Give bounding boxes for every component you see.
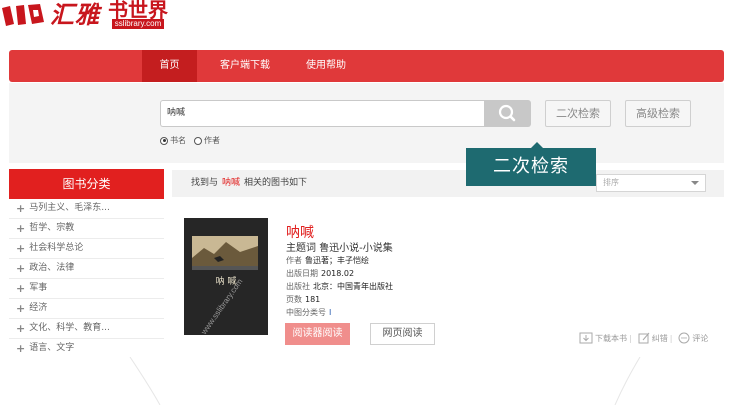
category-label: 社会科学总论 <box>29 243 84 253</box>
book-author: 作者 鲁迅著；丰子恺绘 <box>286 255 369 266</box>
plus-icon: + <box>16 262 26 275</box>
logo-url-text: sslibrary.com <box>111 19 165 29</box>
plus-icon: + <box>16 242 26 255</box>
chevron-down-icon <box>691 181 699 185</box>
book-clc: 中图分类号 I <box>286 307 331 318</box>
clc-value: I <box>329 308 332 317</box>
plus-icon: + <box>16 282 26 295</box>
download-label[interactable]: 下载本书 <box>595 333 627 344</box>
comment-label[interactable]: 评论 <box>692 333 708 344</box>
publisher-label: 出版社 <box>286 282 310 291</box>
plus-icon: + <box>16 222 26 235</box>
decorative-curve-icon <box>129 356 641 405</box>
sort-dropdown[interactable]: 排序 <box>596 174 706 192</box>
clc-label: 中图分类号 <box>286 308 326 317</box>
category-label: 语言、文字 <box>29 343 75 353</box>
category-label: 军事 <box>29 283 48 293</box>
divider: | <box>629 333 632 343</box>
edit-icon[interactable] <box>638 332 650 344</box>
publisher-value: 北京：中国青年出版社 <box>313 282 393 291</box>
plus-icon: + <box>16 202 26 215</box>
category-list: + 马列主义、毛泽东... + 哲学、宗教 + 社会科学总论 + 政治、法律 + 军事 +… <box>9 199 164 357</box>
plus-icon: + <box>16 342 26 355</box>
divider: | <box>669 333 673 343</box>
category-item[interactable]: + 军事 <box>9 279 164 299</box>
search-button[interactable] <box>484 100 531 127</box>
search-field-options: 书名 作者 <box>160 135 228 146</box>
search-input[interactable]: 呐喊 <box>160 100 486 127</box>
advanced-search-button[interactable]: 高级检索 <box>625 100 691 127</box>
second-search-tooltip: 二次检索 <box>466 142 596 186</box>
category-item[interactable]: + 社会科学总论 <box>9 239 164 259</box>
search-icon <box>498 104 516 122</box>
sort-label: 排序 <box>603 178 619 187</box>
book-subject: 主题词 鲁迅小说-小说集 <box>286 239 393 254</box>
category-label: 马列主义、毛泽东... <box>29 203 110 213</box>
subject-label: 主题词 <box>286 243 316 254</box>
logo-subtitle-text: 书世界 <box>108 0 168 22</box>
category-item[interactable]: + 语言、文字 <box>9 339 164 357</box>
logo-brand-text: 汇雅 <box>50 0 100 29</box>
web-read-button[interactable]: 网页阅读 <box>370 323 435 345</box>
plus-icon: + <box>16 322 26 335</box>
comment-icon[interactable] <box>678 332 690 344</box>
author-label: 作者 <box>286 256 302 265</box>
results-prefix: 找到与 <box>191 178 219 188</box>
radio-title-label: 书名 <box>170 136 186 145</box>
results-suffix: 相关的图书如下 <box>244 178 308 188</box>
second-search-button[interactable]: 二次检索 <box>545 100 611 127</box>
author-value: 鲁迅著；丰子恺绘 <box>305 256 369 265</box>
bottom-blank-area <box>0 356 732 405</box>
category-item[interactable]: + 经济 <box>9 299 164 319</box>
book-pages: 页数 181 <box>286 294 320 305</box>
site-logo[interactable]: 汇雅 书世界 sslibrary.com <box>0 0 168 30</box>
category-item[interactable]: + 哲学、宗教 <box>9 219 164 239</box>
radio-title[interactable] <box>160 136 168 145</box>
book-cover[interactable]: 呐 喊 www.sslibrary.com <box>184 218 268 335</box>
category-item[interactable]: + 政治、法律 <box>9 259 164 279</box>
nav-client-download-link[interactable]: 客户端下载 <box>205 50 285 82</box>
book-actions: 下载本书 | 纠错 | 评论 <box>575 332 708 344</box>
category-item[interactable]: + 马列主义、毛泽东... <box>9 199 164 219</box>
category-label: 文化、科学、教育... <box>29 323 110 333</box>
radio-author-label: 作者 <box>204 136 220 145</box>
pages-value: 181 <box>305 295 321 304</box>
category-header: 图书分类 <box>9 169 164 199</box>
nav-home-link[interactable]: 首页 <box>142 50 197 82</box>
download-icon[interactable] <box>579 332 593 344</box>
pages-label: 页数 <box>286 295 302 304</box>
subject-value: 鲁迅小说-小说集 <box>319 243 393 254</box>
top-nav: 首页 客户端下载 使用帮助 <box>9 50 724 82</box>
logo-mark-icon <box>0 2 48 28</box>
report-label[interactable]: 纠错 <box>652 333 668 344</box>
plus-icon: + <box>16 302 26 315</box>
book-publish-date: 出版日期 2018.02 <box>286 268 354 279</box>
date-value: 2018.02 <box>321 269 355 278</box>
category-label: 经济 <box>29 303 48 313</box>
results-keyword: 呐喊 <box>222 178 241 188</box>
date-label: 出版日期 <box>286 269 318 278</box>
reader-read-button[interactable]: 阅读器阅读 <box>285 323 350 345</box>
logo-subtitle: 书世界 sslibrary.com <box>108 0 168 29</box>
category-label: 政治、法律 <box>29 263 75 273</box>
category-item[interactable]: + 文化、科学、教育... <box>9 319 164 339</box>
radio-author[interactable] <box>194 136 202 145</box>
nav-help-link[interactable]: 使用帮助 <box>291 50 361 82</box>
category-label: 哲学、宗教 <box>29 223 75 233</box>
book-publisher: 出版社 北京：中国青年出版社 <box>286 281 393 292</box>
